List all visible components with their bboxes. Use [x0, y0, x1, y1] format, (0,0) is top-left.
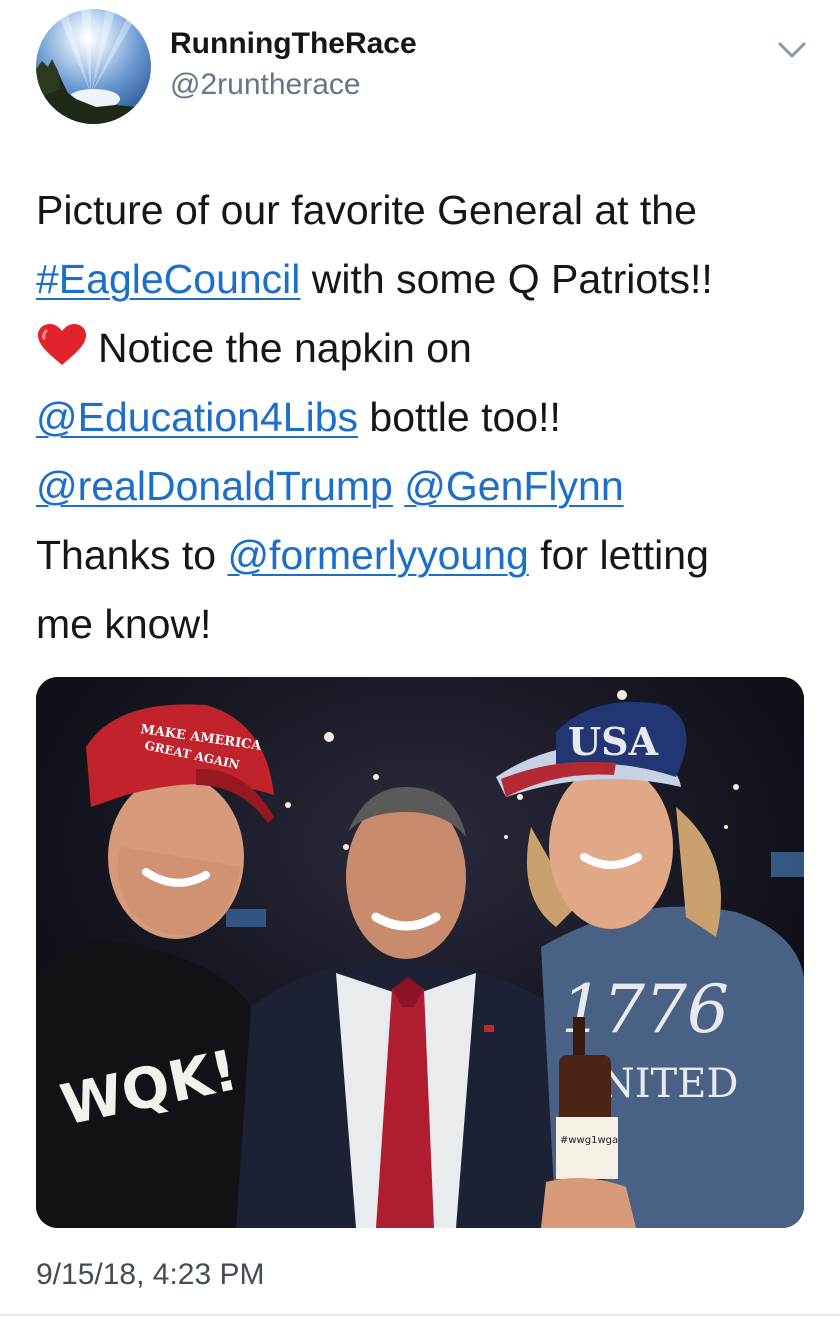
shirt-right-text-1: 1776 [561, 971, 729, 1048]
cap-right-text: USA [568, 719, 659, 764]
hashtag-eaglecouncil[interactable]: #EagleCouncil [36, 256, 300, 302]
tweet-line-7: me know! [36, 601, 212, 647]
tweet-line-4: @Education4Libs bottle too!! [36, 383, 816, 452]
tweet-text: Picture of our favorite General at the #… [36, 176, 816, 659]
tweet-line-3: Notice the napkin on [36, 314, 816, 383]
red-heart-icon [38, 324, 86, 365]
mention-education4libs[interactable]: @Education4Libs [36, 394, 358, 440]
tweet-photo[interactable]: MAKE AMERICA GREAT AGAIN WQK! USA 1776 U… [36, 677, 804, 1228]
chevron-down-icon[interactable] [776, 38, 808, 62]
divider [0, 1314, 840, 1316]
bottle-label: #wwg1wga [560, 1135, 618, 1146]
display-name[interactable]: RunningTheRace [170, 27, 417, 61]
mention-realdonaldtrump[interactable]: @realDonaldTrump [36, 463, 393, 509]
bottle-neck [573, 1017, 585, 1057]
tweet-line-6: Thanks to @formerlyyoung for letting [36, 521, 816, 590]
tweet-line-3-text: Notice the napkin on [98, 325, 472, 371]
avatar[interactable] [36, 9, 151, 124]
tweet-line-2-text: with some Q Patriots!! [300, 256, 713, 302]
tweet-line-6-prefix: Thanks to [36, 532, 228, 578]
tweet-line-1: Picture of our favorite General at the [36, 187, 697, 233]
tweet-line-6-suffix: for letting [528, 532, 709, 578]
photo-illustration: MAKE AMERICA GREAT AGAIN WQK! USA 1776 U… [36, 677, 804, 1228]
tweet-line-2: #EagleCouncil with some Q Patriots!! [36, 245, 816, 314]
timestamp[interactable]: 9/15/18, 4:23 PM [36, 1258, 265, 1292]
tweet-line-5: @realDonaldTrump @GenFlynn [36, 452, 816, 521]
tweet-line-4-text: bottle too!! [358, 394, 561, 440]
sky-sunrise-icon [36, 9, 151, 124]
user-handle[interactable]: @2runtherace [170, 68, 361, 102]
mention-genflynn[interactable]: @GenFlynn [404, 463, 623, 509]
mention-formerlyyoung[interactable]: @formerlyyoung [227, 532, 528, 578]
bottle-napkin [556, 1117, 618, 1179]
